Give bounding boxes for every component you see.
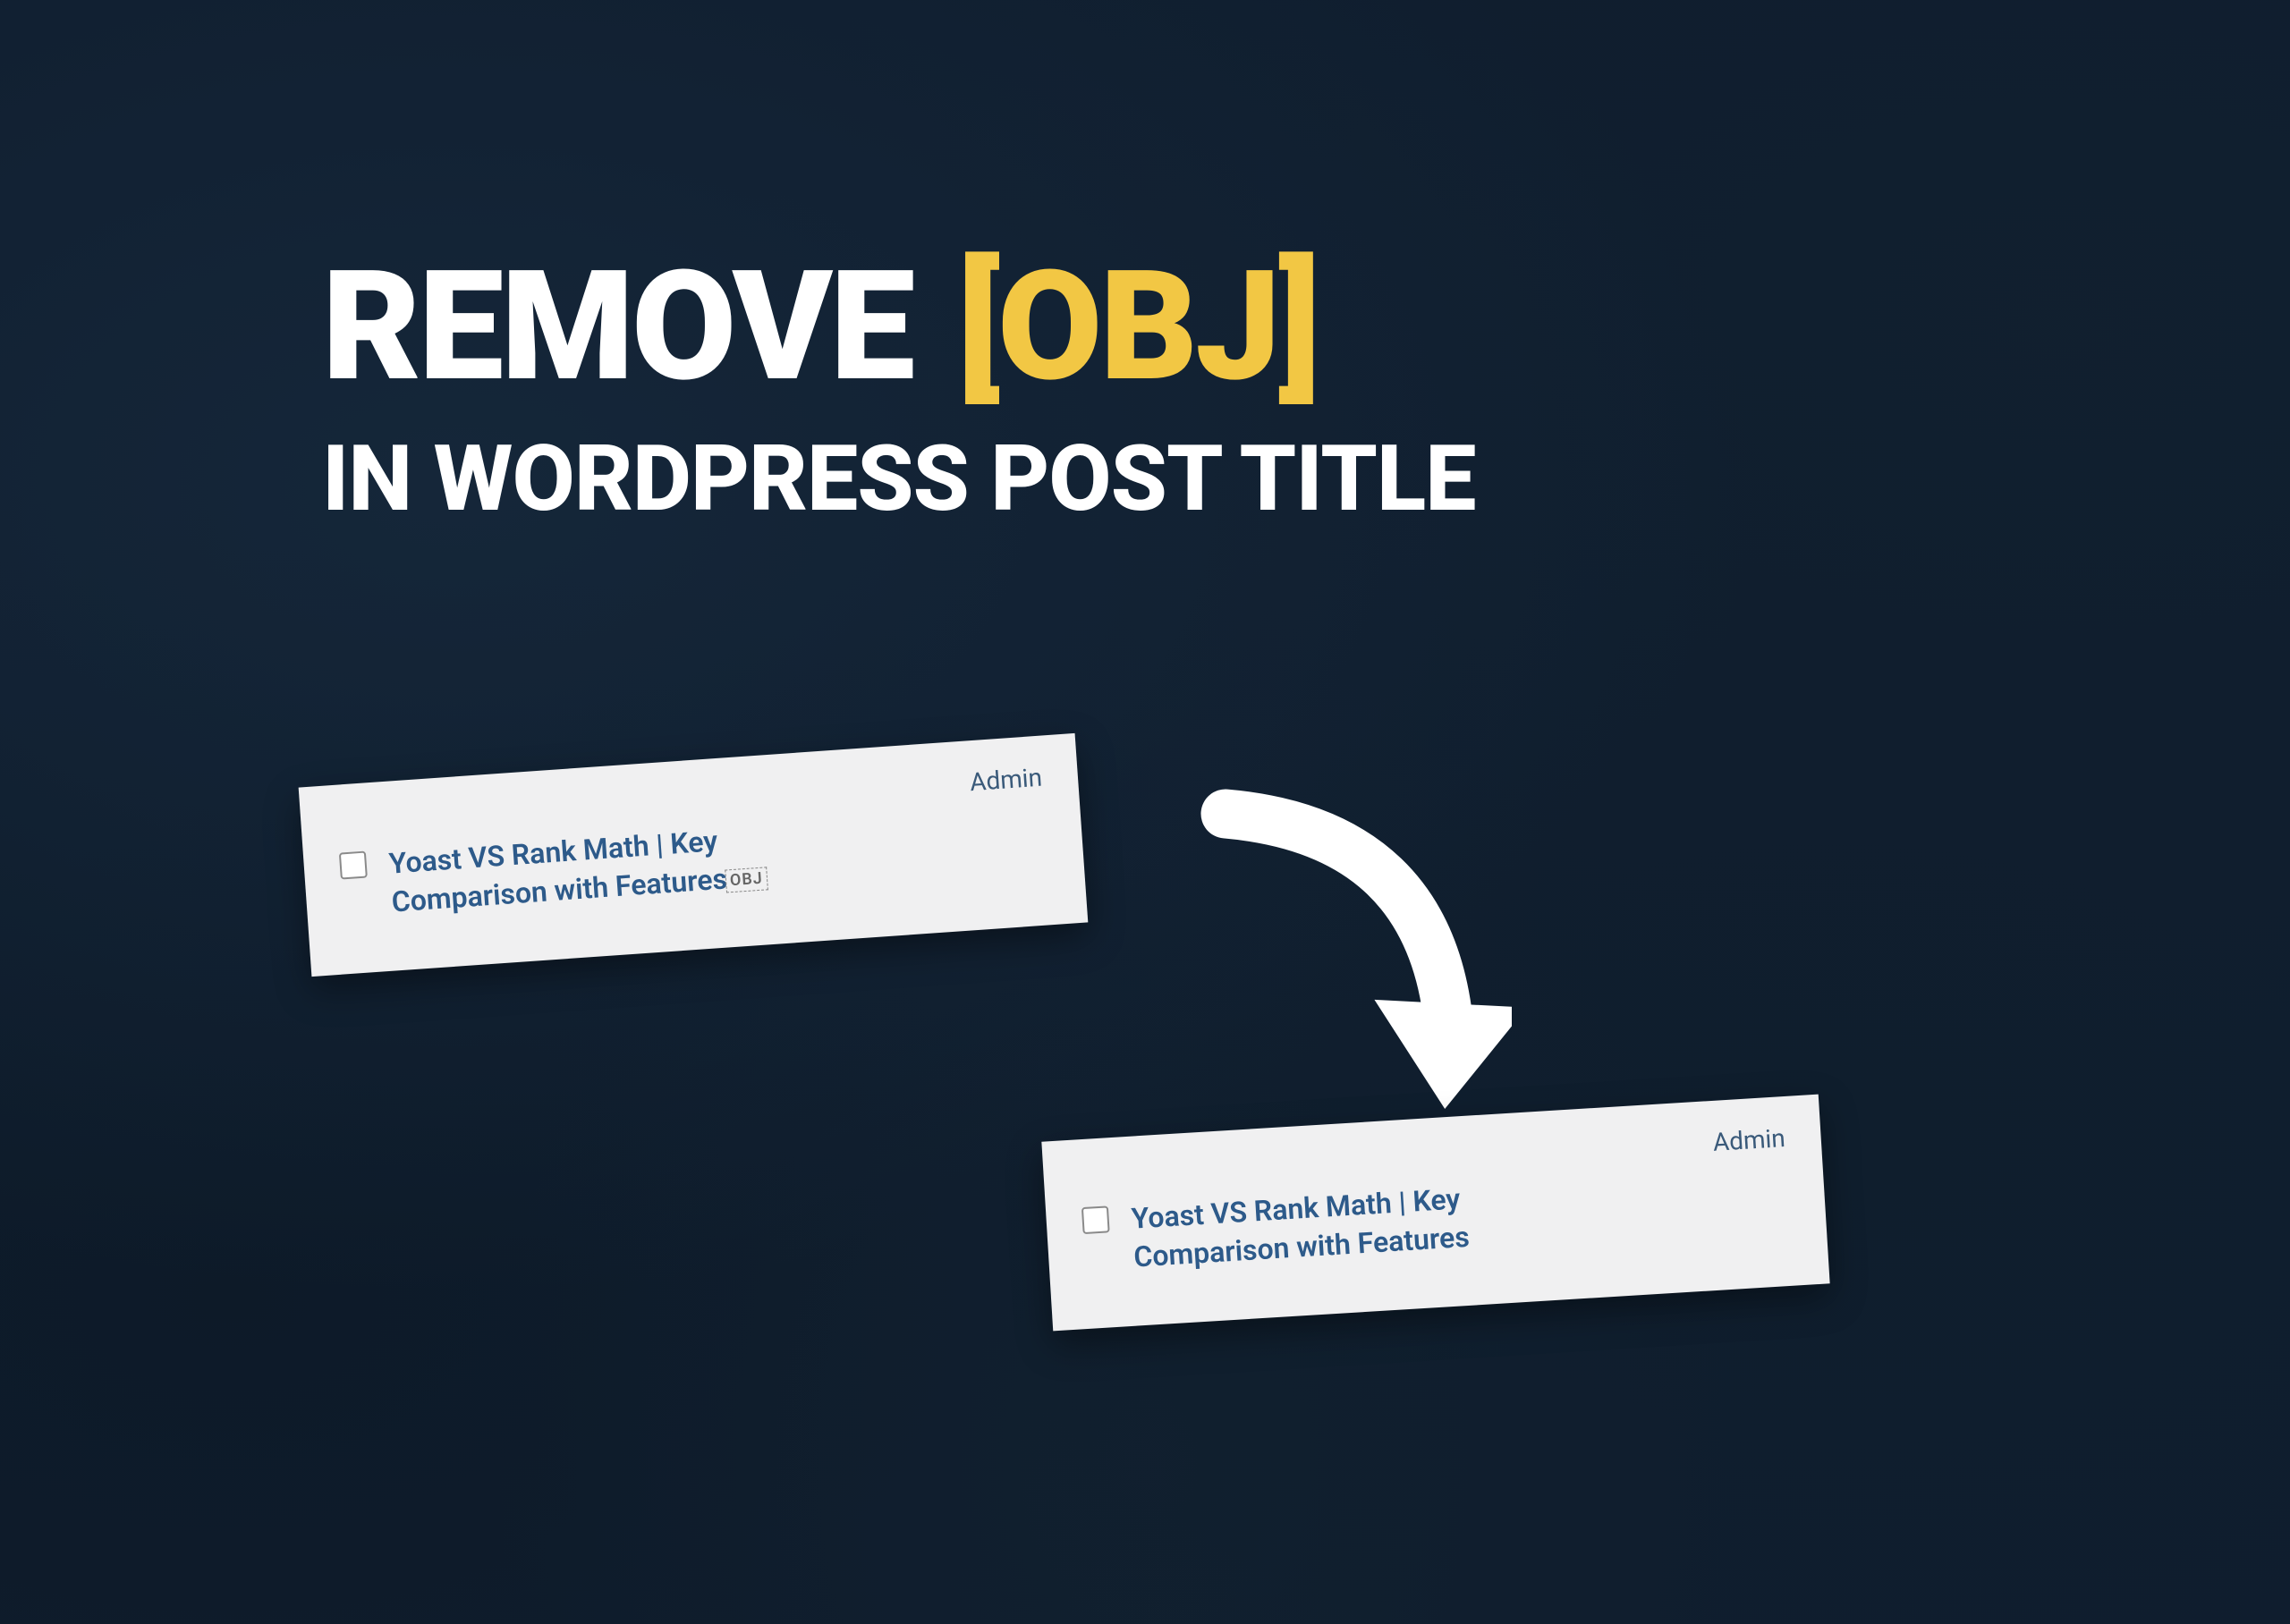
- post-checkbox-after[interactable]: [1081, 1205, 1110, 1234]
- post-title-after[interactable]: Yoast VS Rank Math | Key Comparison with…: [1130, 1180, 1470, 1277]
- main-heading: REMOVE [OBJ] IN WORDPRESS POST TITLE: [322, 250, 1475, 532]
- bracket-right: ]: [1278, 237, 1319, 416]
- post-title-before[interactable]: Yoast VS Rank Math | Key Comparison with…: [387, 818, 768, 922]
- heading-obj-group: [OBJ]: [957, 250, 1319, 402]
- heading-subtitle: IN WORDPRESS POST TITLE: [322, 425, 1475, 532]
- heading-remove-text: REMOVE: [322, 250, 912, 402]
- bracket-left: [: [957, 237, 997, 416]
- heading-line-1: REMOVE [OBJ]: [322, 250, 1475, 402]
- obj-marker-icon: OBJ: [725, 867, 768, 893]
- heading-obj-text: OBJ: [997, 237, 1278, 416]
- post-card-before: Admin Yoast VS Rank Math | Key Compariso…: [299, 733, 1089, 977]
- post-checkbox-before[interactable]: [339, 851, 368, 880]
